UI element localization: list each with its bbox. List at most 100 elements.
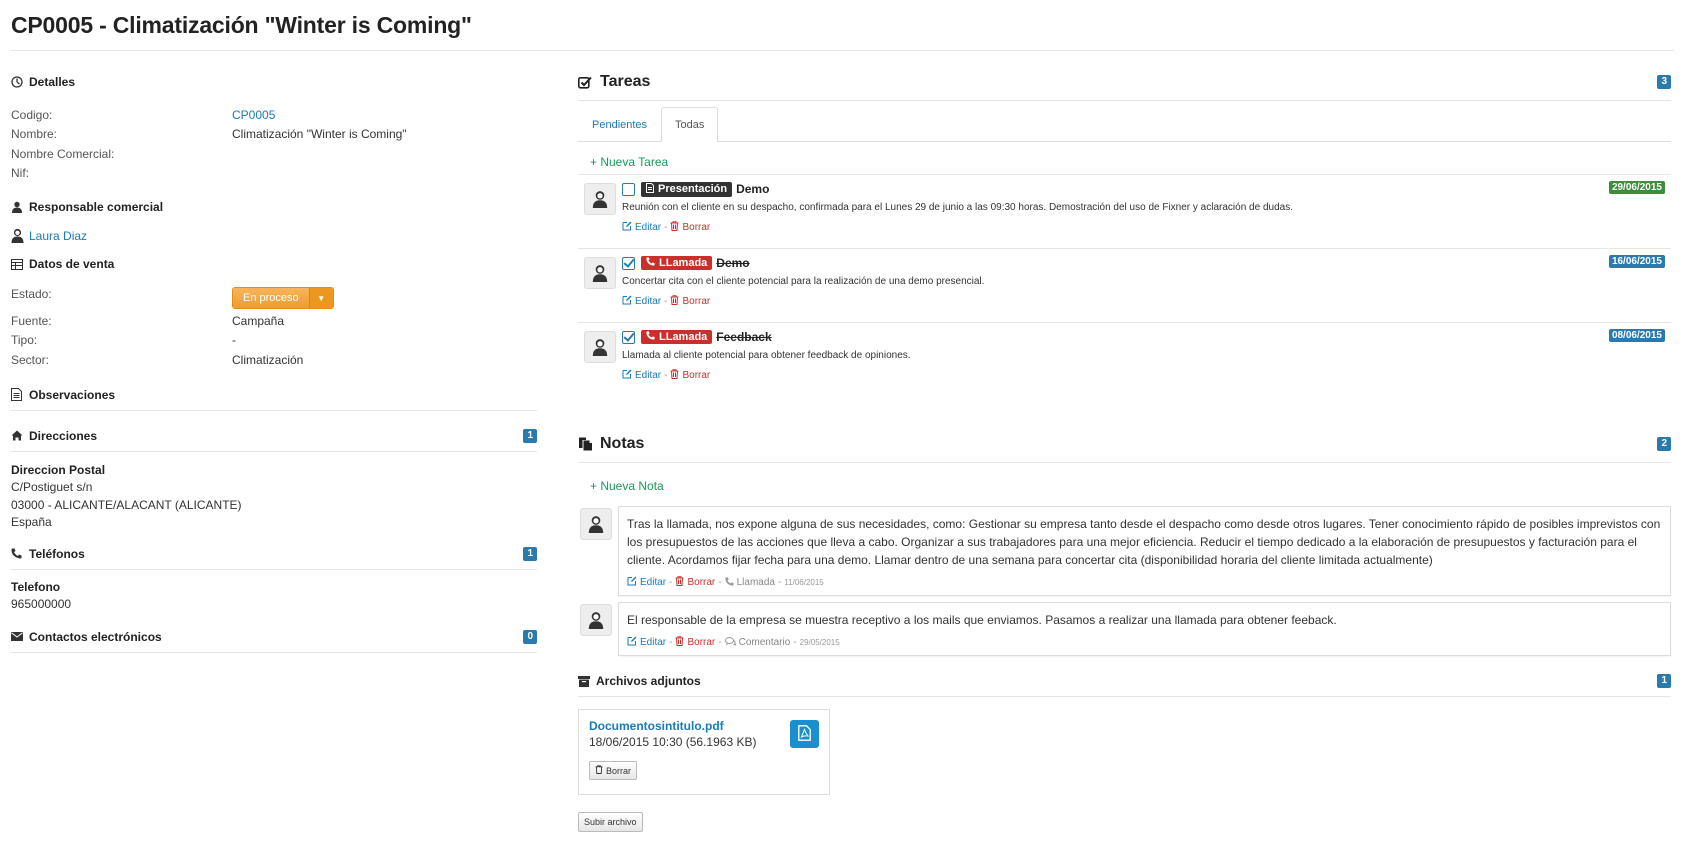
upload-button[interactable]: Subir archivo xyxy=(578,812,643,832)
delete-button[interactable]: Borrar xyxy=(670,221,710,234)
edit-button[interactable]: Editar xyxy=(622,369,661,382)
trash-icon xyxy=(670,221,679,234)
edit-button[interactable]: Editar xyxy=(627,576,666,589)
file-delete-button[interactable]: Borrar xyxy=(589,761,638,780)
edit-icon xyxy=(627,636,637,649)
separator: - xyxy=(718,577,722,588)
field-sector: Sector: Climatización xyxy=(11,350,537,370)
copy-icon xyxy=(578,437,600,451)
nueva-nota-link[interactable]: + Nueva Nota xyxy=(590,479,664,493)
task-item: LLamada Demo Concertar cita con el clien… xyxy=(578,249,1671,323)
edit-label: Editar xyxy=(640,577,667,588)
observaciones-header: Observaciones xyxy=(11,388,537,402)
edit-button[interactable]: Editar xyxy=(622,221,661,234)
observaciones-title: Observaciones xyxy=(29,387,116,402)
ventas-fields: Fuente: Campaña Tipo: - Sector: Climatiz… xyxy=(11,311,537,370)
delete-button[interactable]: Borrar xyxy=(675,576,715,589)
delete-button[interactable]: Borrar xyxy=(670,369,710,382)
avatar xyxy=(580,604,612,636)
task-actions: Editar - Borrar xyxy=(622,369,1671,382)
estado-value[interactable]: En proceso xyxy=(233,288,309,308)
title-divider xyxy=(11,50,1674,51)
field-fuente: Fuente: Campaña xyxy=(11,311,537,331)
notas-count-badge: 2 xyxy=(1657,437,1671,451)
home-icon xyxy=(11,430,29,441)
file-text-icon xyxy=(646,182,654,196)
left-column: Detalles Codigo: CP0005 Nombre: Climatiz… xyxy=(11,62,537,653)
note-list: Tras la llamada, nos expone alguna de su… xyxy=(578,506,1671,656)
tab-pendientes[interactable]: Pendientes xyxy=(578,107,661,141)
task-type-badge: Presentación xyxy=(641,181,733,197)
note-actions: Editar - Borrar - Comentario - 29/05/201… xyxy=(627,636,1662,649)
file-meta: 18/06/2015 10:30 (56.1963 KB) xyxy=(589,735,757,749)
trash-icon xyxy=(670,295,679,308)
task-title: Demo xyxy=(736,182,770,196)
task-description: Reunión con el cliente en su despacho, c… xyxy=(622,202,1293,213)
task-actions: Editar - Borrar xyxy=(622,295,1671,308)
task-body: Presentación Demo Reunión con el cliente… xyxy=(622,175,1671,248)
divider xyxy=(11,450,537,452)
field-label: Codigo: xyxy=(11,107,53,122)
responsable-link[interactable]: Laura Diaz xyxy=(29,229,87,243)
tareas-header: Tareas 3 xyxy=(578,73,1671,91)
detalles-title: Detalles xyxy=(29,75,76,89)
field-nombre-comercial: Nombre Comercial: xyxy=(11,144,537,164)
responsable-header: Responsable comercial xyxy=(11,200,537,214)
responsable-title: Responsable comercial xyxy=(29,200,164,214)
field-label: Nif: xyxy=(11,166,29,181)
field-label: Sector: xyxy=(11,352,50,367)
archive-icon xyxy=(578,675,596,687)
separator: - xyxy=(664,222,668,233)
task-type-badge: LLamada xyxy=(641,330,713,344)
trash-icon xyxy=(675,636,684,649)
note-text: Tras la llamada, nos expone alguna de su… xyxy=(627,517,1661,567)
file-link[interactable]: Documentosintitulo.pdf xyxy=(589,719,724,733)
nueva-nota-row: + Nueva Nota xyxy=(578,479,1671,493)
task-description: Llamada al cliente potencial para obtene… xyxy=(622,350,911,361)
file-card: Documentosintitulo.pdf 18/06/2015 10:30 … xyxy=(578,709,830,795)
codigo-link[interactable]: CP0005 xyxy=(232,108,275,122)
detalles-header: Detalles xyxy=(11,75,537,89)
separator: - xyxy=(777,577,782,588)
estado-dropdown[interactable]: En proceso ▼ xyxy=(232,287,334,309)
edit-icon xyxy=(627,576,637,589)
trash-icon xyxy=(675,576,684,589)
nueva-tarea-link[interactable]: + Nueva Tarea xyxy=(590,155,668,169)
delete-button[interactable]: Borrar xyxy=(670,295,710,308)
field-label: Nombre: xyxy=(11,127,58,142)
avatar xyxy=(584,331,616,363)
edit-button[interactable]: Editar xyxy=(622,295,661,308)
delete-button[interactable]: Borrar xyxy=(675,636,715,649)
edit-button[interactable]: Editar xyxy=(627,636,666,649)
delete-label: Borrar xyxy=(682,222,711,233)
responsable-row: Laura Diaz xyxy=(11,228,537,243)
direccion-line: España xyxy=(11,515,52,529)
task-body: LLamada Demo Concertar cita con el clien… xyxy=(622,249,1671,322)
field-tipo: Tipo: - xyxy=(11,331,537,351)
field-value: Campaña xyxy=(232,313,285,328)
note-date: 11/06/2015 xyxy=(784,578,824,587)
task-date-badge: 08/06/2015 xyxy=(1608,329,1665,342)
task-description: Concertar cita con el cliente potencial … xyxy=(622,276,985,287)
comments-icon xyxy=(724,636,736,649)
telefonos-count-badge: 1 xyxy=(523,546,537,561)
contactos-title: Contactos electrónicos xyxy=(29,629,162,644)
archivos-header: Archivos adjuntos 1 xyxy=(578,674,1671,688)
task-type-label: LLamada xyxy=(659,331,708,343)
trash-icon xyxy=(595,765,603,776)
separator: - xyxy=(664,370,668,381)
chevron-down-icon[interactable]: ▼ xyxy=(308,288,333,308)
direccion-title: Direccion Postal xyxy=(11,462,106,477)
notas-header: Notas 2 xyxy=(578,435,1671,453)
edit-icon xyxy=(622,221,632,234)
pdf-file-button[interactable] xyxy=(790,720,819,748)
envelope-icon xyxy=(11,632,29,641)
field-label: Tipo: xyxy=(11,333,38,348)
task-checkbox[interactable] xyxy=(622,182,635,196)
task-checkbox[interactable] xyxy=(622,330,635,344)
trash-icon xyxy=(670,369,679,382)
task-checkbox[interactable] xyxy=(622,256,635,270)
tab-todas[interactable]: Todas xyxy=(661,107,719,142)
page-title: CP0005 - Climatización "Winter is Coming… xyxy=(11,12,472,38)
phone-icon xyxy=(725,576,734,589)
